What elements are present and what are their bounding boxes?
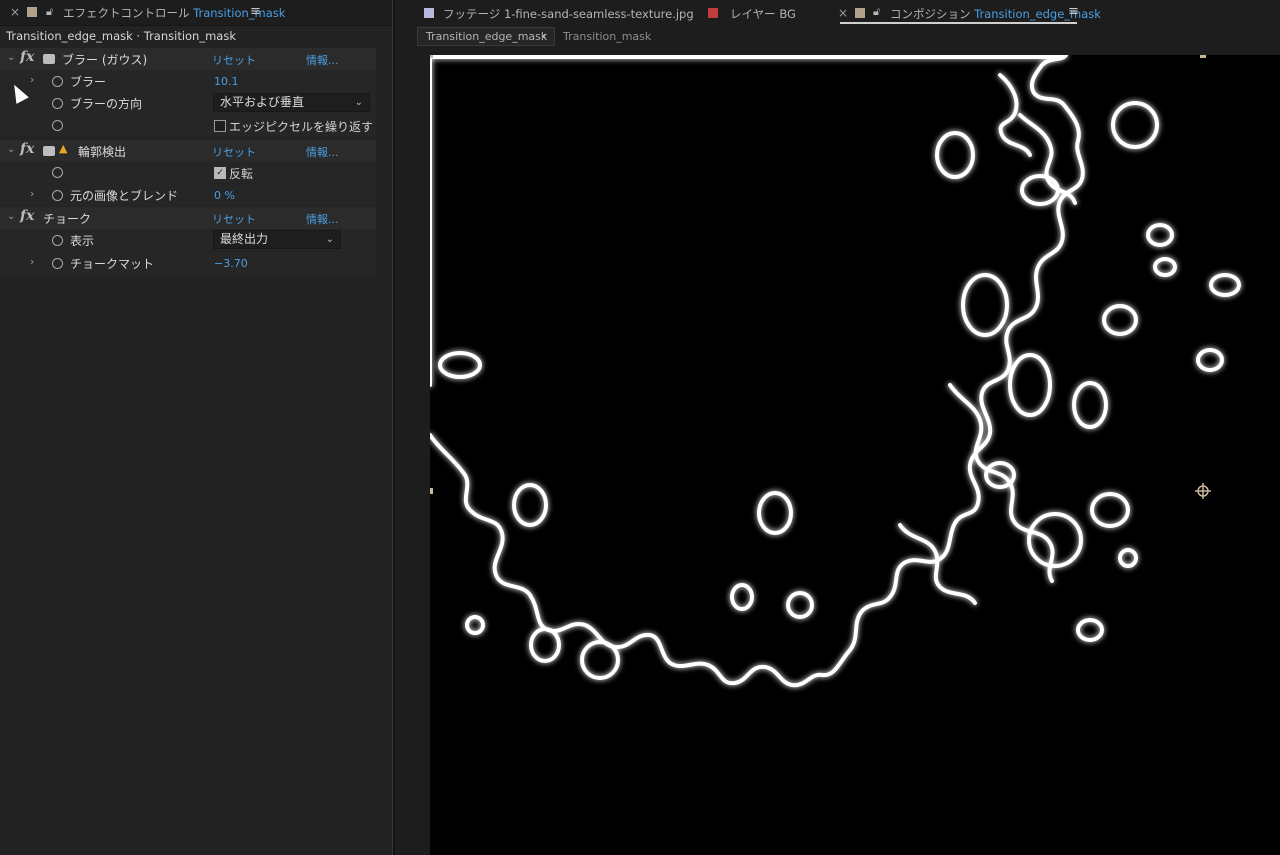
comp-nav-parent[interactable]: Transition_mask bbox=[563, 30, 651, 43]
comp-label-swatch bbox=[855, 8, 865, 18]
close-icon[interactable]: × bbox=[838, 6, 848, 20]
layer-tab[interactable]: レイヤー BG bbox=[730, 6, 796, 22]
effect-choker[interactable]: ⌄ fx チョーク リセット 情報... bbox=[0, 207, 376, 229]
property-invert: ✓ 反転 bbox=[0, 161, 376, 183]
effect-controls-tab[interactable]: × 🔓︎ エフェクトコントロール Transition_mask ≡ bbox=[0, 0, 392, 26]
effect-name: 輪郭検出 bbox=[78, 145, 127, 159]
layer-label-swatch bbox=[708, 8, 718, 18]
blurriness-value[interactable]: 10.1 bbox=[214, 75, 239, 88]
info-link[interactable]: 情報... bbox=[306, 211, 339, 227]
property-blur-dimensions: ブラーの方向 水平および垂直 ⌄ bbox=[0, 92, 376, 114]
stopwatch-icon[interactable] bbox=[52, 190, 63, 201]
dropdown-value: 最終出力 bbox=[220, 232, 269, 246]
comp-navigator: Transition_edge_mask ‹ Transition_mask bbox=[395, 25, 1280, 47]
panel-menu-icon[interactable]: ≡ bbox=[1068, 4, 1079, 19]
expand-icon[interactable]: › bbox=[30, 73, 34, 86]
fx-toggle-icon[interactable]: fx bbox=[20, 141, 34, 157]
property-label: ブラー bbox=[70, 75, 107, 89]
stopwatch-icon[interactable] bbox=[52, 98, 63, 109]
property-repeat-edge-pixels: エッジピクセルを繰り返す bbox=[0, 114, 376, 136]
property-view: 表示 最終出力 ⌄ bbox=[0, 229, 376, 251]
expand-icon[interactable]: › bbox=[30, 255, 34, 268]
blur-dimensions-dropdown[interactable]: 水平および垂直 ⌄ bbox=[213, 93, 370, 112]
chevron-down-icon: ⌄ bbox=[354, 97, 363, 108]
checkbox-label[interactable]: エッジピクセルを繰り返す bbox=[229, 118, 373, 135]
property-blurriness: › ブラー 10.1 bbox=[0, 70, 376, 92]
info-link[interactable]: 情報... bbox=[306, 144, 339, 160]
effect-controls-panel: × 🔓︎ エフェクトコントロール Transition_mask ≡ Trans… bbox=[0, 0, 392, 855]
chevron-down-icon: ⌄ bbox=[325, 234, 334, 245]
fx-toggle-icon[interactable]: fx bbox=[20, 49, 34, 65]
close-icon[interactable]: × bbox=[10, 5, 20, 19]
footage-label-swatch bbox=[424, 8, 434, 18]
dropdown-value: 水平および垂直 bbox=[220, 95, 305, 109]
panel-menu-icon[interactable]: ≡ bbox=[250, 4, 261, 19]
property-label: 元の画像とブレンド bbox=[70, 189, 179, 203]
warning-icon: ▲ bbox=[59, 142, 68, 155]
property-label: ブラーの方向 bbox=[70, 97, 143, 111]
stopwatch-icon[interactable] bbox=[52, 258, 63, 269]
stopwatch-icon[interactable] bbox=[52, 167, 63, 178]
chevron-left-icon[interactable]: ‹ bbox=[542, 29, 546, 42]
transform-handle bbox=[1200, 55, 1206, 58]
reset-link[interactable]: リセット bbox=[212, 52, 256, 68]
expand-icon[interactable]: › bbox=[30, 187, 34, 200]
property-label: 表示 bbox=[70, 234, 95, 248]
collapse-icon[interactable]: ⌄ bbox=[7, 52, 15, 63]
choke-matte-value[interactable]: −3.70 bbox=[214, 257, 248, 270]
property-blend-with-original: › 元の画像とブレンド 0 % bbox=[0, 184, 376, 206]
collapse-icon[interactable]: ⌄ bbox=[7, 144, 15, 155]
footage-tab[interactable]: フッテージ 1-fine-sand-seamless-texture.jpg bbox=[443, 6, 694, 22]
fx-toggle-icon[interactable]: fx bbox=[20, 208, 34, 224]
reset-link[interactable]: リセット bbox=[212, 211, 256, 227]
property-label: チョークマット bbox=[70, 257, 155, 271]
collapse-icon[interactable]: ⌄ bbox=[7, 211, 15, 222]
lock-icon[interactable]: 🔓︎ bbox=[46, 5, 53, 19]
canvas-background bbox=[430, 55, 1280, 855]
viewer-tab-bar: フッテージ 1-fine-sand-seamless-texture.jpg レ… bbox=[395, 0, 1280, 25]
effect-find-edges[interactable]: ⌄ fx ▲ 輪郭検出 リセット 情報... bbox=[0, 140, 376, 162]
lock-icon[interactable]: 🔓︎ bbox=[873, 5, 880, 19]
effect-preset-icon bbox=[43, 146, 55, 156]
effect-preset-icon bbox=[43, 54, 55, 64]
effect-name: ブラー (ガウス) bbox=[62, 53, 148, 67]
stopwatch-icon[interactable] bbox=[52, 76, 63, 87]
layer-path: Transition_edge_mask · Transition_mask bbox=[6, 29, 236, 43]
effect-name: チョーク bbox=[43, 212, 92, 226]
comp-nav-active[interactable]: Transition_edge_mask bbox=[426, 30, 547, 43]
view-dropdown[interactable]: 最終出力 ⌄ bbox=[213, 230, 341, 249]
composition-canvas[interactable] bbox=[430, 55, 1280, 855]
label-color-swatch bbox=[27, 7, 37, 17]
checkbox-label[interactable]: 反転 bbox=[229, 165, 253, 182]
invert-checkbox[interactable]: ✓ bbox=[214, 167, 226, 179]
effect-gaussian-blur[interactable]: ⌄ fx ブラー (ガウス) リセット 情報... bbox=[0, 48, 376, 70]
blend-value[interactable]: 0 % bbox=[214, 189, 235, 202]
stopwatch-icon[interactable] bbox=[52, 120, 63, 131]
reset-link[interactable]: リセット bbox=[212, 144, 256, 160]
transform-handle bbox=[430, 488, 433, 494]
property-choke-matte: › チョークマット −3.70 bbox=[0, 252, 376, 274]
stopwatch-icon[interactable] bbox=[52, 235, 63, 246]
repeat-edge-pixels-checkbox[interactable] bbox=[214, 120, 226, 132]
transform-handle bbox=[430, 55, 433, 58]
active-tab-indicator bbox=[840, 22, 1077, 24]
info-link[interactable]: 情報... bbox=[306, 52, 339, 68]
